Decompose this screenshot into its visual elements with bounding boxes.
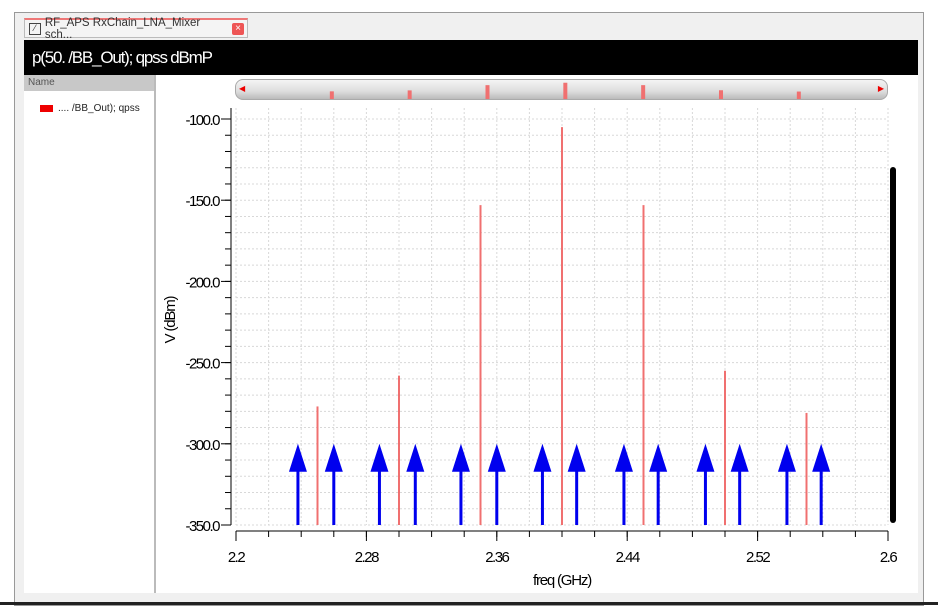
y-tick-label: -100.0 <box>185 112 220 129</box>
arrow-head-icon <box>812 443 831 472</box>
arrow-head-icon <box>614 443 633 472</box>
x-tick-label: 2.28 <box>355 549 379 566</box>
y-tick-label: -150.0 <box>185 193 220 210</box>
y-axis-label: V (dBm) <box>162 295 179 343</box>
y-tick-label: -350.0 <box>185 518 220 535</box>
arrow-head-icon <box>288 443 307 472</box>
arrow-head-icon <box>406 443 425 472</box>
overview-mark <box>641 85 646 99</box>
arrow-head-icon <box>324 443 343 472</box>
arrow-head-icon <box>370 443 389 472</box>
overview-mark <box>796 91 801 99</box>
overview-mark <box>485 85 490 99</box>
overview-mark <box>563 82 568 99</box>
x-tick-label: 2.2 <box>228 549 246 566</box>
overview-mark <box>718 90 723 99</box>
arrow-head-icon <box>696 443 715 472</box>
arrow-head-icon <box>487 443 506 472</box>
bottom-border <box>0 602 938 605</box>
overview-mark <box>407 90 412 99</box>
arrow-head-icon <box>649 443 668 472</box>
chart: 2.2 2.28 2.36 2.44 2.52 2.6 -100.0 -150.0 -200.0… <box>162 82 899 589</box>
y-tick-label: -250.0 <box>185 356 220 373</box>
arrow-head-icon <box>533 443 552 472</box>
y-tick-label: -200.0 <box>185 274 220 291</box>
x-tick-label: 2.6 <box>880 549 898 566</box>
x-tick-label: 2.36 <box>485 549 509 566</box>
x-tick-label: 2.52 <box>746 549 770 566</box>
arrow-head-icon <box>567 443 586 472</box>
arrow-head-icon <box>451 443 470 472</box>
y-tick-label: -300.0 <box>185 437 220 454</box>
x-axis-label: freq (GHz) <box>533 572 592 589</box>
arrow-head-icon <box>730 443 749 472</box>
x-tick-label: 2.44 <box>616 549 640 566</box>
overview-mark <box>329 91 334 99</box>
arrow-head-icon <box>777 443 796 472</box>
